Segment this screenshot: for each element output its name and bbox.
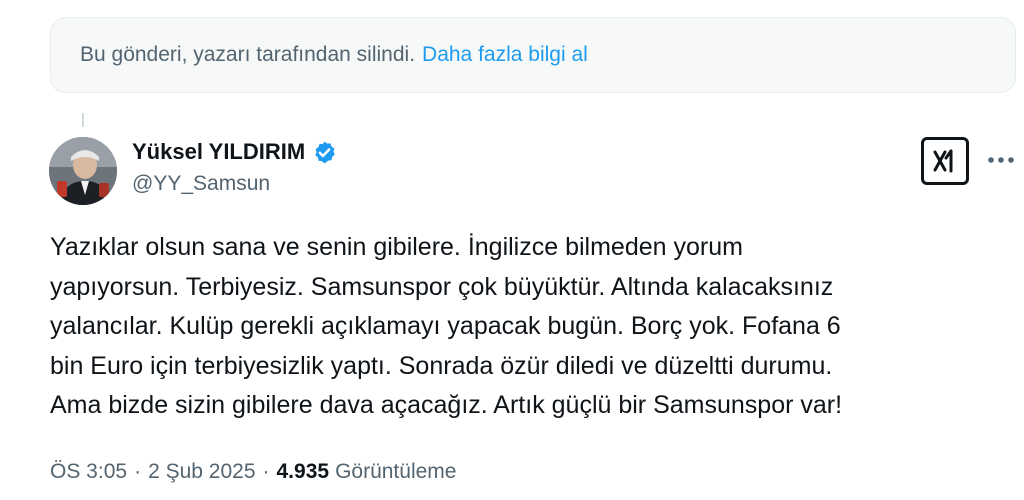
- tweet-text: Yazıklar olsun sana ve senin gibilere. İ…: [50, 228, 1010, 426]
- tweet-line: Yazıklar olsun sana ve senin gibilere. İ…: [50, 233, 743, 261]
- thread-connector-line: [82, 113, 84, 127]
- tweet-meta: ÖS 3:05 · 2 Şub 2025 · 4.935 Görüntüleme: [50, 460, 456, 484]
- views-count[interactable]: 4.935: [277, 460, 330, 484]
- deleted-notice-text: Bu gönderi, yazarı tarafından silindi.: [80, 43, 416, 66]
- deleted-post-notice: Bu gönderi, yazarı tarafından silindi. D…: [50, 17, 1016, 93]
- tweet-line: yapıyorsun. Terbiyesiz. Samsunspor çok b…: [50, 272, 834, 301]
- tweet-line: yalancılar. Kulüp gerekli açıklamayı yap…: [50, 312, 841, 340]
- avatar-photo-icon: [49, 137, 117, 205]
- more-options-button[interactable]: [984, 148, 1018, 172]
- verified-badge-icon: [315, 141, 335, 163]
- separator: ·: [134, 460, 142, 483]
- views-label[interactable]: Görüntüleme: [335, 460, 456, 484]
- author-handle[interactable]: @YY_Samsun: [132, 172, 337, 196]
- tweet-date[interactable]: 2 Şub 2025: [148, 460, 255, 484]
- grok-button[interactable]: [921, 137, 969, 185]
- tweet-line: Ama bizde sizin gibilere dava açacağız. …: [50, 391, 843, 419]
- grok-icon: [933, 149, 953, 173]
- tweet-time[interactable]: ÖS 3:05: [50, 460, 127, 484]
- separator: ·: [262, 460, 270, 483]
- more-dots-icon: [988, 157, 1014, 163]
- learn-more-link[interactable]: Daha fazla bilgi al: [422, 43, 588, 67]
- avatar[interactable]: [49, 137, 117, 205]
- tweet-line: bin Euro için terbiyesizlik yaptı. Sonra…: [50, 351, 833, 380]
- author-name[interactable]: Yüksel YILDIRIM: [132, 139, 305, 165]
- author-header: Yüksel YILDIRIM @YY_Samsun: [132, 136, 337, 196]
